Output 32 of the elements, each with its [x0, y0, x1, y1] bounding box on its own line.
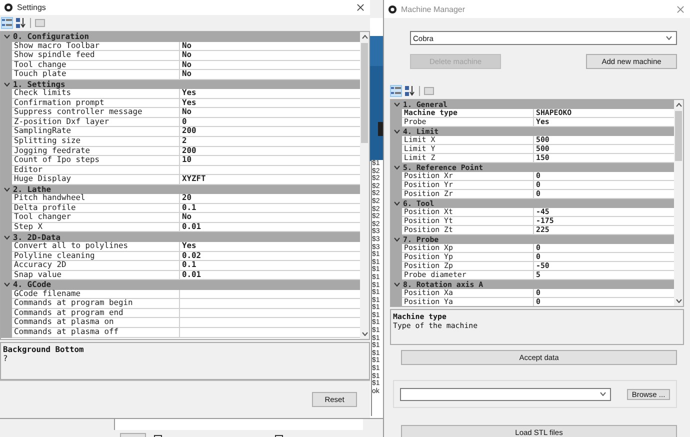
categorized-view-button[interactable]	[390, 85, 402, 97]
window-title: Settings	[17, 3, 47, 12]
scrollbar-thumb[interactable]	[361, 43, 368, 143]
scroll-up-icon[interactable]	[676, 103, 682, 107]
collapse-icon[interactable]	[4, 34, 10, 40]
caret-icon	[600, 392, 606, 396]
text-field[interactable]	[114, 419, 363, 430]
categorized-view-button[interactable]	[1, 17, 13, 29]
close-icon[interactable]	[357, 4, 364, 11]
collapse-icon[interactable]	[394, 102, 400, 107]
scrollbar-thumb[interactable]	[675, 111, 682, 161]
window-title: Machine Manager	[401, 4, 466, 14]
sort-alphabetical-button[interactable]	[404, 85, 416, 97]
app-icon	[4, 3, 13, 12]
scroll-down-icon[interactable]	[676, 299, 682, 303]
app-icon	[388, 4, 397, 14]
collapse-icon[interactable]	[4, 282, 10, 288]
collapse-icon[interactable]	[4, 82, 10, 87]
collapse-icon[interactable]	[394, 201, 400, 206]
collapse-icon[interactable]	[394, 165, 400, 170]
collapse-icon[interactable]	[394, 237, 400, 242]
scrollbar[interactable]	[360, 32, 369, 339]
collapse-icon[interactable]	[394, 129, 400, 134]
sort-alphabetical-button[interactable]	[15, 17, 27, 29]
collapse-icon[interactable]	[4, 234, 10, 240]
scroll-up-icon[interactable]	[362, 35, 368, 39]
scrollbar[interactable]	[674, 100, 683, 306]
collapse-icon[interactable]	[394, 282, 400, 287]
collapse-icon[interactable]	[4, 187, 10, 192]
caret-icon	[666, 36, 672, 40]
scroll-down-icon[interactable]	[362, 332, 368, 336]
file-dropdown[interactable]	[400, 388, 611, 400]
